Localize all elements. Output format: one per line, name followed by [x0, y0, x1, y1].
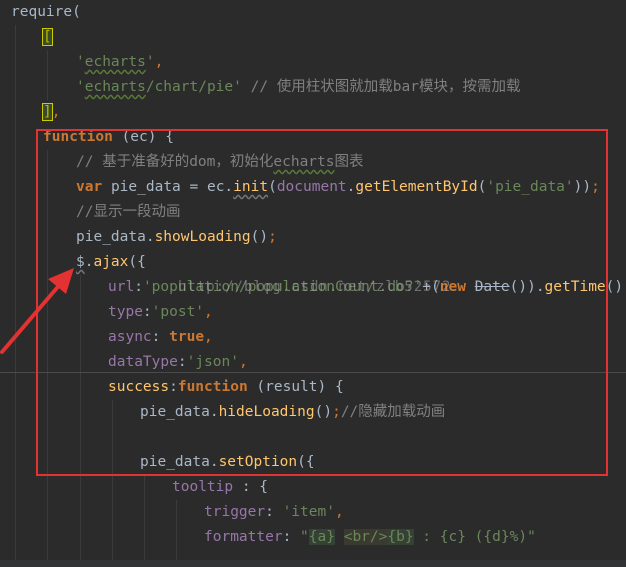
arrow-icon — [0, 268, 74, 354]
code-editor[interactable]: require( [ 'echarts', 'echarts/chart/pie… — [0, 0, 626, 567]
